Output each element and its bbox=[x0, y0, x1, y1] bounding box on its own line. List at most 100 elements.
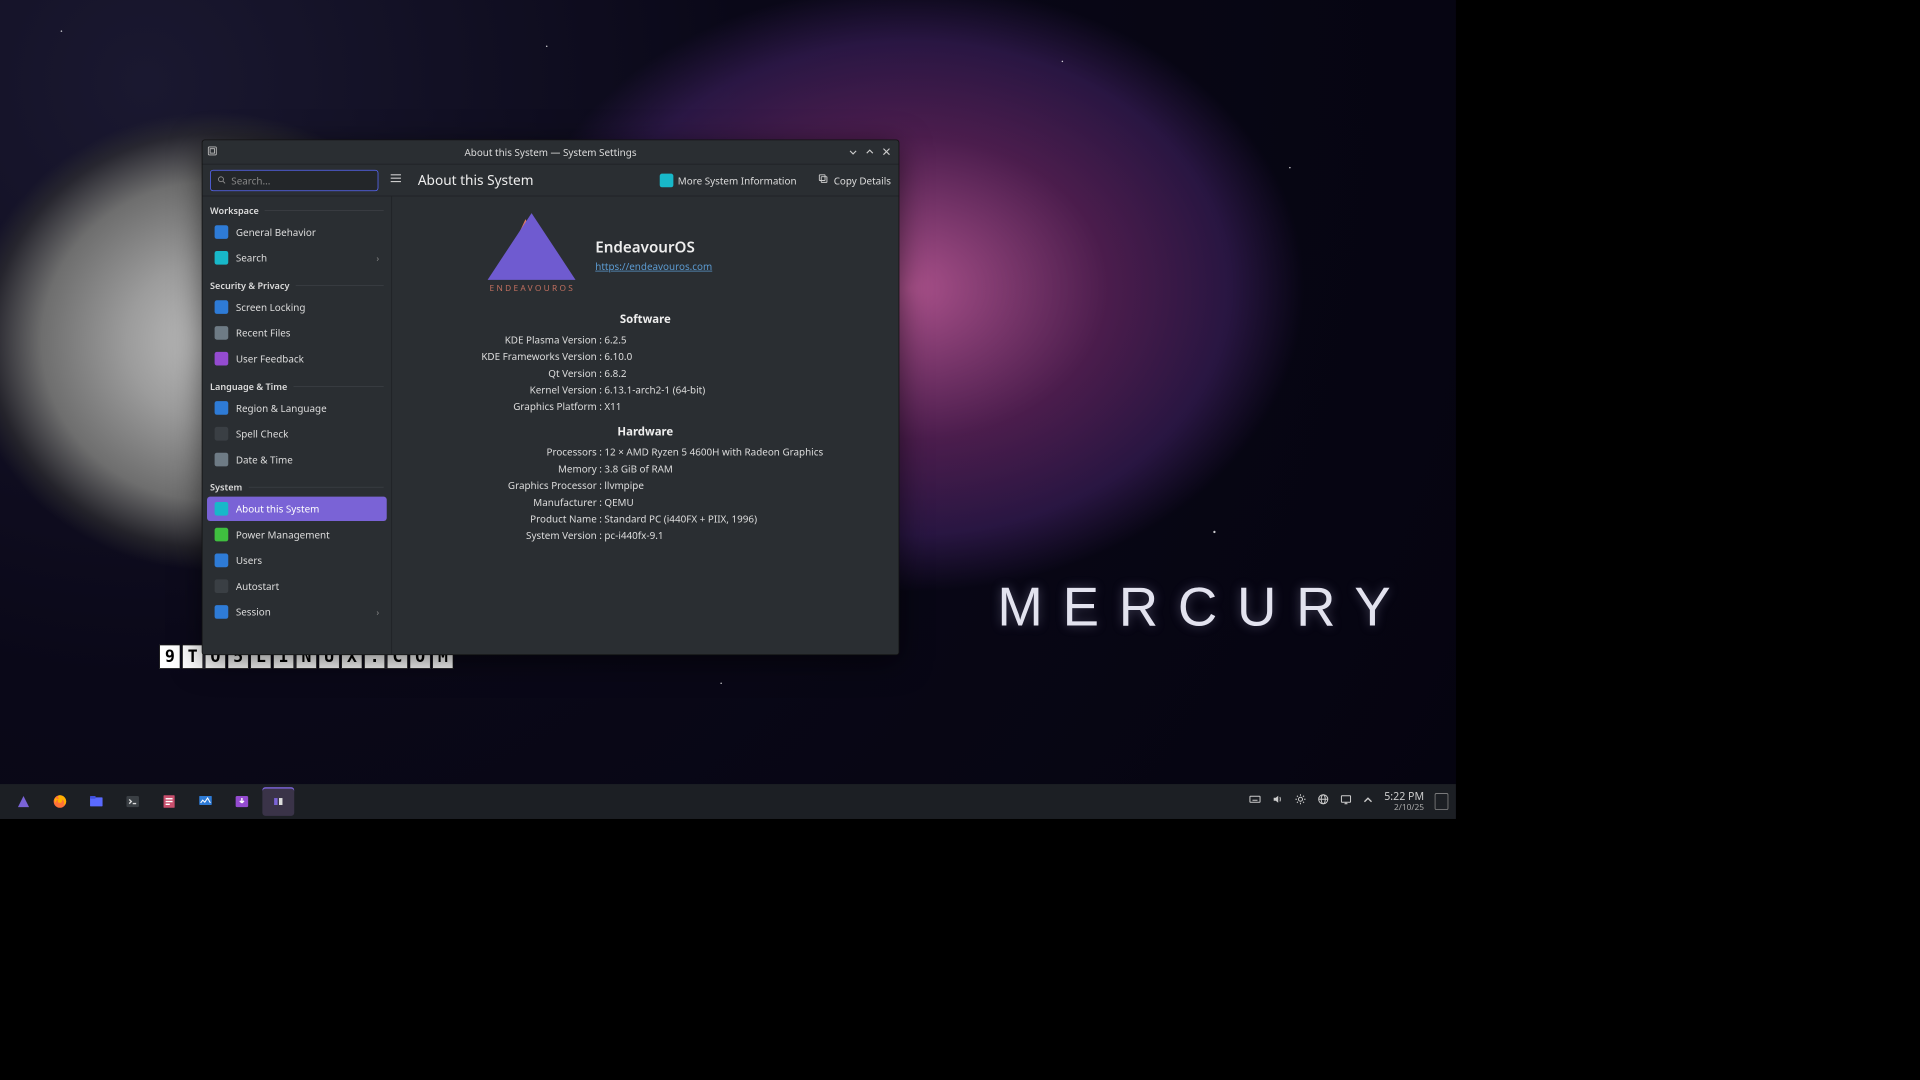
sidebar-item-label: Recent Files bbox=[236, 326, 291, 340]
kv-key: Kernel Version bbox=[400, 383, 597, 397]
kv-value: 6.10.0 bbox=[604, 350, 891, 364]
kv-value: QEMU bbox=[604, 495, 891, 509]
info-icon bbox=[660, 173, 674, 187]
sidebar-item-screen-locking[interactable]: Screen Locking bbox=[207, 295, 387, 319]
keyboard-icon[interactable] bbox=[1249, 794, 1261, 810]
tray-expand-icon[interactable] bbox=[1363, 794, 1374, 809]
kv-key: KDE Frameworks Version bbox=[400, 350, 597, 364]
sidebar-item-label: User Feedback bbox=[236, 352, 304, 366]
sidebar-item-label: Search bbox=[236, 251, 267, 265]
search-field[interactable] bbox=[231, 173, 371, 187]
sidebar-item-user-feedback[interactable]: User Feedback bbox=[207, 347, 387, 371]
page-title: About this System bbox=[418, 171, 534, 189]
wallpaper-label: MERCURY bbox=[997, 576, 1410, 638]
maximize-button[interactable] bbox=[865, 145, 874, 159]
taskbar-system-settings[interactable] bbox=[262, 787, 294, 816]
sidebar-item-autostart[interactable]: Autostart bbox=[207, 574, 387, 598]
toolbar: About this System More System Informatio… bbox=[202, 165, 898, 197]
sidebar-item-recent-files[interactable]: Recent Files bbox=[207, 321, 387, 345]
sidebar-item-session[interactable]: Session › bbox=[207, 600, 387, 624]
distro-logo-wordmark: ENDEAVOUROS bbox=[483, 283, 582, 294]
software-section-title: Software bbox=[400, 312, 891, 327]
system-settings-window: About this System — System Settings bbox=[202, 140, 900, 656]
sidebar-item-search[interactable]: Search › bbox=[207, 246, 387, 270]
sidebar-category-label: Security & Privacy bbox=[210, 279, 289, 292]
sidebar-item-region-language[interactable]: Region & Language bbox=[207, 396, 387, 420]
distro-name: EndeavourOS bbox=[595, 236, 712, 256]
kv-key: Memory bbox=[400, 462, 597, 476]
network-icon[interactable] bbox=[1317, 794, 1329, 810]
volume-icon[interactable] bbox=[1272, 794, 1284, 810]
distro-link[interactable]: https://endeavouros.com bbox=[595, 259, 712, 273]
sidebar-item-icon bbox=[215, 605, 229, 619]
taskbar-system-monitor[interactable] bbox=[190, 787, 222, 816]
sidebar-item-label: General Behavior bbox=[236, 225, 316, 239]
sidebar-item-label: Power Management bbox=[236, 528, 330, 542]
more-system-info-button[interactable]: More System Information bbox=[660, 173, 797, 187]
taskbar-app-launcher[interactable] bbox=[8, 787, 40, 816]
sidebar-item-power-management[interactable]: Power Management bbox=[207, 522, 387, 546]
sidebar-category: Security & Privacy bbox=[202, 271, 391, 293]
sidebar-item-label: Spell Check bbox=[236, 427, 289, 441]
kv-value: 6.2.5 bbox=[604, 333, 891, 347]
sidebar-category-label: Workspace bbox=[210, 204, 259, 217]
taskbar-firefox[interactable] bbox=[44, 787, 76, 816]
sidebar-item-icon bbox=[215, 326, 229, 340]
sidebar-toggle-icon[interactable] bbox=[386, 168, 406, 192]
sidebar-item-icon bbox=[215, 554, 229, 568]
sidebar-item-label: Autostart bbox=[236, 579, 279, 593]
sidebar-item-icon bbox=[215, 502, 229, 516]
hardware-table: Processors:12 × AMD Ryzen 5 4600H with R… bbox=[400, 445, 891, 542]
sidebar-category: Language & Time bbox=[202, 372, 391, 394]
kv-key: Graphics Platform bbox=[400, 400, 597, 414]
sidebar-item-users[interactable]: Users bbox=[207, 548, 387, 572]
sidebar-item-label: Session bbox=[236, 605, 271, 619]
close-button[interactable] bbox=[882, 145, 891, 159]
chevron-right-icon: › bbox=[376, 606, 379, 619]
kv-key: Graphics Processor bbox=[400, 478, 597, 492]
sidebar-item-about-this-system[interactable]: About this System bbox=[207, 497, 387, 521]
search-icon bbox=[217, 172, 227, 189]
sidebar-item-icon bbox=[215, 528, 229, 542]
kv-key: System Version bbox=[400, 529, 597, 543]
sidebar-item-icon bbox=[215, 300, 229, 314]
kv-key: KDE Plasma Version bbox=[400, 333, 597, 347]
copy-details-button[interactable]: Copy Details bbox=[818, 173, 891, 187]
kv-value: 6.13.1-arch2-1 (64-bit) bbox=[604, 383, 891, 397]
taskbar-software-install[interactable] bbox=[226, 787, 258, 816]
taskbar-clock[interactable]: 5:22 PM 2/10/25 bbox=[1384, 792, 1424, 812]
desktop: MERCURY 9TO5LINUX.COM About this System … bbox=[0, 0, 1456, 819]
sidebar-item-label: About this System bbox=[236, 502, 320, 516]
kv-value: 12 × AMD Ryzen 5 4600H with Radeon Graph… bbox=[604, 445, 891, 459]
sidebar-item-icon bbox=[215, 251, 229, 265]
copy-details-label: Copy Details bbox=[834, 173, 891, 187]
show-desktop-button[interactable] bbox=[1435, 793, 1449, 810]
sidebar[interactable]: Workspace General Behavior Search › Security… bbox=[202, 196, 392, 654]
search-input[interactable] bbox=[210, 169, 378, 190]
brightness-icon[interactable] bbox=[1295, 794, 1307, 810]
clipboard-icon[interactable] bbox=[1340, 794, 1352, 810]
taskbar-xed-editor[interactable] bbox=[153, 787, 185, 816]
sidebar-item-icon bbox=[215, 427, 229, 441]
minimize-button[interactable] bbox=[849, 145, 858, 159]
chevron-right-icon: › bbox=[376, 251, 379, 264]
system-tray: 5:22 PM 2/10/25 bbox=[1249, 792, 1448, 812]
taskbar-file-manager[interactable] bbox=[80, 787, 112, 816]
taskbar: 5:22 PM 2/10/25 bbox=[0, 784, 1456, 819]
kv-key: Product Name bbox=[400, 512, 597, 526]
sidebar-category-label: Language & Time bbox=[210, 380, 287, 393]
sidebar-item-spell-check[interactable]: Spell Check bbox=[207, 422, 387, 446]
sidebar-item-icon bbox=[215, 453, 229, 467]
sidebar-item-label: Screen Locking bbox=[236, 300, 306, 314]
kv-value: 3.8 GiB of RAM bbox=[604, 462, 891, 476]
sidebar-item-icon bbox=[215, 352, 229, 366]
sidebar-item-icon bbox=[215, 579, 229, 593]
sidebar-item-label: Users bbox=[236, 554, 262, 568]
sidebar-category: Workspace bbox=[202, 196, 391, 218]
sidebar-item-date-time[interactable]: Date & Time bbox=[207, 447, 387, 471]
sidebar-item-general-behavior[interactable]: General Behavior bbox=[207, 220, 387, 244]
taskbar-terminal[interactable] bbox=[117, 787, 149, 816]
sidebar-category: System bbox=[202, 473, 391, 495]
titlebar[interactable]: About this System — System Settings bbox=[202, 140, 898, 164]
kv-value: Standard PC (i440FX + PIIX, 1996) bbox=[604, 512, 891, 526]
